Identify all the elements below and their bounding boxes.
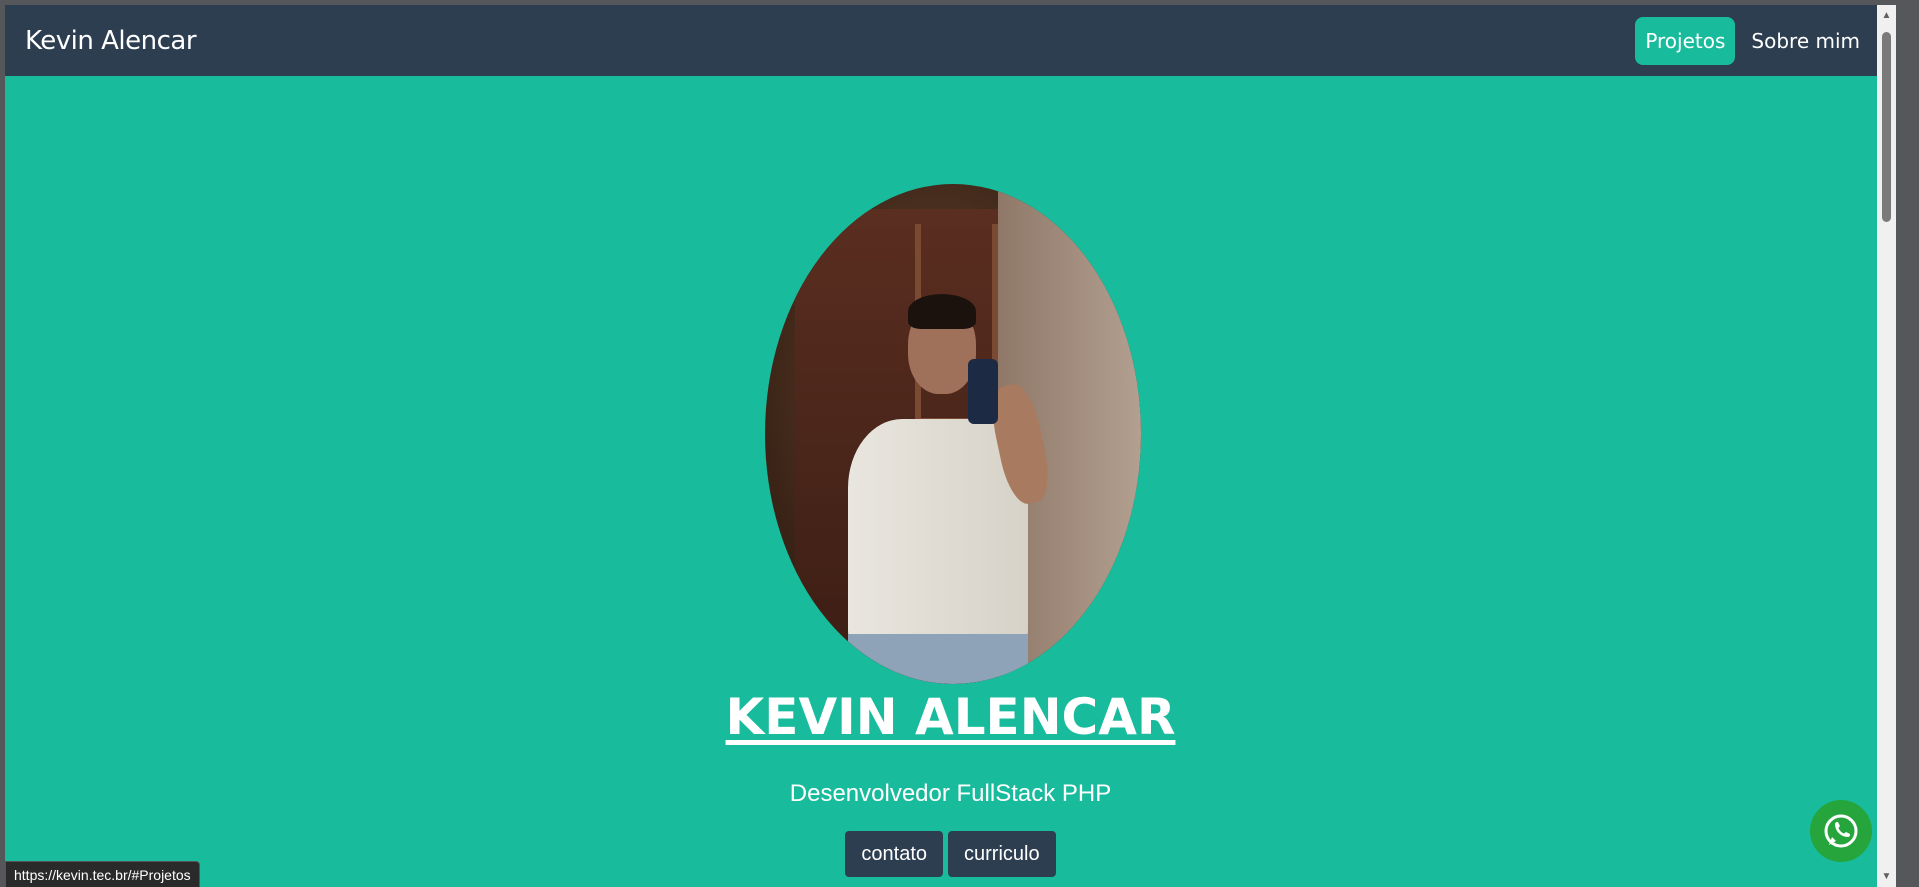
scroll-down-arrow-icon[interactable]: ▼ xyxy=(1877,868,1896,885)
hero-subtitle: Desenvolvedor FullStack PHP xyxy=(789,780,1112,807)
nav-item-sobre-mim[interactable]: Sobre mim xyxy=(1741,17,1870,65)
page-scrollbar[interactable]: ▲ ▼ xyxy=(1877,5,1896,887)
scroll-thumb[interactable] xyxy=(1882,32,1891,222)
browser-viewport: Kevin Alencar Projetos Sobre mim KEVIN A… xyxy=(5,5,1896,887)
whatsapp-button[interactable] xyxy=(1810,800,1872,862)
status-bar-url: https://kevin.tec.br/#Projetos xyxy=(5,861,200,887)
profile-photo xyxy=(765,184,1141,684)
hero-section: KEVIN ALENCAR Desenvolvedor FullStack PH… xyxy=(5,76,1896,887)
curriculo-button[interactable]: curriculo xyxy=(948,831,1056,877)
navbar-brand[interactable]: Kevin Alencar xyxy=(25,26,197,56)
contato-button[interactable]: contato xyxy=(845,831,944,877)
navbar: Kevin Alencar Projetos Sobre mim xyxy=(5,5,1896,76)
scroll-up-arrow-icon[interactable]: ▲ xyxy=(1877,7,1896,24)
nav-menu: Projetos Sobre mim xyxy=(1635,16,1870,65)
hero-buttons: contato curriculo xyxy=(5,831,1896,877)
hero-name[interactable]: KEVIN ALENCAR xyxy=(5,688,1896,746)
whatsapp-icon xyxy=(1824,814,1858,848)
nav-item-projetos[interactable]: Projetos xyxy=(1635,16,1736,65)
